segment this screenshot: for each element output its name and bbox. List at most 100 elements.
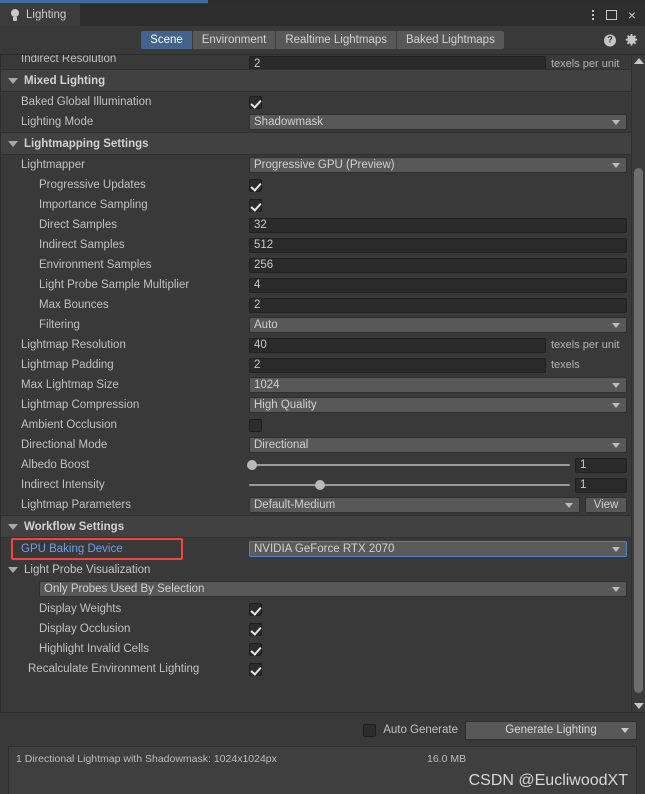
auto-generate-checkbox[interactable] [363, 723, 377, 737]
chevron-down-icon [565, 502, 573, 508]
row-indirect-intensity: Indirect Intensity 1 [1, 475, 631, 495]
highlight-invalid-cells-checkbox[interactable] [249, 642, 262, 656]
row-label: Lightmap Resolution [21, 339, 126, 351]
window-title: Lighting [26, 9, 67, 21]
window-tab-lighting[interactable]: Lighting [0, 4, 81, 26]
lightmap-resolution-input[interactable]: 40 [249, 337, 546, 353]
row-label: Max Bounces [39, 299, 109, 311]
chevron-down-icon [612, 119, 620, 125]
chevron-down-icon [612, 586, 620, 592]
gpu-baking-device-dropdown[interactable]: NVIDIA GeForce RTX 2070 [249, 541, 627, 557]
display-occlusion-checkbox[interactable] [249, 622, 262, 636]
mode-toolbar: Scene Environment Realtime Lightmaps Bak… [0, 26, 645, 55]
view-button[interactable]: View [585, 497, 627, 513]
environment-samples-input[interactable]: 256 [249, 257, 627, 273]
row-label: Display Occlusion [39, 623, 131, 635]
row-ambient-occlusion: Ambient Occlusion [1, 415, 631, 435]
filtering-dropdown[interactable]: Auto [249, 317, 627, 333]
chevron-down-icon[interactable] [8, 77, 18, 84]
dropdown-value: 1024 [254, 379, 280, 391]
tab-realtime-lightmaps[interactable]: Realtime Lightmaps [276, 31, 397, 49]
indirect-intensity-slider[interactable] [249, 478, 570, 492]
row-filtering: Filtering Auto [1, 315, 631, 335]
row-label: Display Weights [39, 603, 122, 615]
baked-gi-checkbox[interactable] [249, 95, 262, 109]
tab-scene[interactable]: Scene [141, 31, 193, 49]
section-workflow-settings[interactable]: Workflow Settings [1, 515, 631, 538]
indirect-intensity-value[interactable]: 1 [575, 477, 627, 493]
chevron-down-icon [612, 442, 620, 448]
albedo-boost-value[interactable]: 1 [575, 457, 627, 473]
lightmap-compression-dropdown[interactable]: High Quality [249, 397, 627, 413]
tab-environment[interactable]: Environment [192, 31, 277, 49]
status-bar: 1 Directional Lightmap with Shadowmask: … [8, 746, 637, 794]
light-probe-sample-multiplier-input[interactable]: 4 [249, 277, 627, 293]
close-icon[interactable]: × [628, 8, 636, 22]
section-mixed-lighting[interactable]: Mixed Lighting [1, 69, 631, 92]
chevron-down-icon [612, 322, 620, 328]
gear-icon[interactable] [625, 33, 638, 47]
row-recalculate-environment-lighting: Recalculate Environment Lighting [1, 659, 631, 679]
lightmapper-dropdown[interactable]: Progressive GPU (Preview) [249, 157, 627, 173]
maximize-icon[interactable] [605, 10, 617, 20]
directional-mode-dropdown[interactable]: Directional [249, 437, 627, 453]
row-lightmap-parameters: Lightmap Parameters Default-Medium View [1, 495, 631, 515]
row-label: Environment Samples [39, 259, 152, 271]
row-label: Lightmap Padding [21, 359, 114, 371]
chevron-down-icon[interactable] [8, 566, 18, 573]
lightmap-padding-input[interactable]: 2 [249, 357, 546, 373]
scrollbar-thumb[interactable] [634, 168, 643, 693]
ambient-occlusion-checkbox[interactable] [249, 418, 262, 432]
row-albedo-boost: Albedo Boost 1 [1, 455, 631, 475]
row-label: Ambient Occlusion [21, 419, 117, 431]
recalculate-environment-lighting-checkbox[interactable] [249, 662, 262, 676]
row-indirect-samples: Indirect Samples 512 [1, 235, 631, 255]
row-label: Importance Sampling [39, 199, 148, 211]
row-label: Filtering [39, 319, 80, 331]
direct-samples-input[interactable]: 32 [249, 217, 627, 233]
row-environment-samples: Environment Samples 256 [1, 255, 631, 275]
display-weights-checkbox[interactable] [249, 602, 262, 616]
indirect-samples-input[interactable]: 512 [249, 237, 627, 253]
probe-visualization-mode-dropdown[interactable]: Only Probes Used By Selection [39, 581, 627, 597]
max-bounces-input[interactable]: 2 [249, 297, 627, 313]
chevron-down-icon[interactable] [8, 140, 18, 147]
row-lighting-mode: Lighting Mode Shadowmask [1, 112, 631, 132]
slider-handle[interactable] [314, 480, 325, 490]
row-unit: texels per unit [551, 57, 620, 70]
indirect-resolution-input[interactable]: 2 [249, 56, 546, 69]
row-label: Recalculate Environment Lighting [28, 663, 200, 675]
tab-baked-lightmaps[interactable]: Baked Lightmaps [396, 31, 504, 49]
row-gpu-baking-device: GPU Baking Device NVIDIA GeForce RTX 207… [1, 538, 631, 560]
footer: Auto Generate Generate Lighting 1 Direct… [0, 712, 645, 794]
albedo-boost-slider[interactable] [247, 458, 570, 472]
scroll-up-icon[interactable] [633, 58, 644, 64]
generate-lighting-button[interactable]: Generate Lighting [465, 720, 637, 740]
overflow-menu-icon[interactable] [591, 8, 595, 22]
generate-lighting-label: Generate Lighting [505, 724, 597, 736]
row-lightmap-compression: Lightmap Compression High Quality [1, 395, 631, 415]
section-lightmapping-settings[interactable]: Lightmapping Settings [1, 132, 631, 155]
row-label: Lighting Mode [21, 116, 94, 128]
slider-handle[interactable] [247, 460, 258, 470]
chevron-down-icon[interactable] [621, 727, 629, 733]
status-memory-size: 16.0 MB [427, 753, 467, 765]
chevron-down-icon[interactable] [8, 523, 18, 530]
progressive-updates-checkbox[interactable] [249, 178, 262, 192]
help-icon[interactable]: ? [604, 34, 616, 46]
lightmap-parameters-dropdown[interactable]: Default-Medium [249, 497, 580, 513]
lighting-mode-dropdown[interactable]: Shadowmask [249, 114, 627, 130]
row-indirect-resolution: Indirect Resolution 2 texels per unit [1, 55, 631, 69]
mode-tabs: Scene Environment Realtime Lightmaps Bak… [141, 31, 504, 49]
importance-sampling-checkbox[interactable] [249, 198, 262, 212]
row-label: Lightmap Compression [21, 399, 140, 411]
row-label: Progressive Updates [39, 179, 146, 191]
generate-row: Auto Generate Generate Lighting [8, 719, 637, 741]
section-light-probe-visualization[interactable]: Light Probe Visualization [1, 560, 631, 579]
vertical-scrollbar[interactable] [631, 55, 645, 712]
row-direct-samples: Direct Samples 32 [1, 215, 631, 235]
settings-scroll-area[interactable]: Indirect Resolution 2 texels per unit Mi… [0, 55, 645, 712]
scroll-down-icon[interactable] [633, 703, 644, 709]
max-lightmap-size-dropdown[interactable]: 1024 [249, 377, 627, 393]
row-max-bounces: Max Bounces 2 [1, 295, 631, 315]
